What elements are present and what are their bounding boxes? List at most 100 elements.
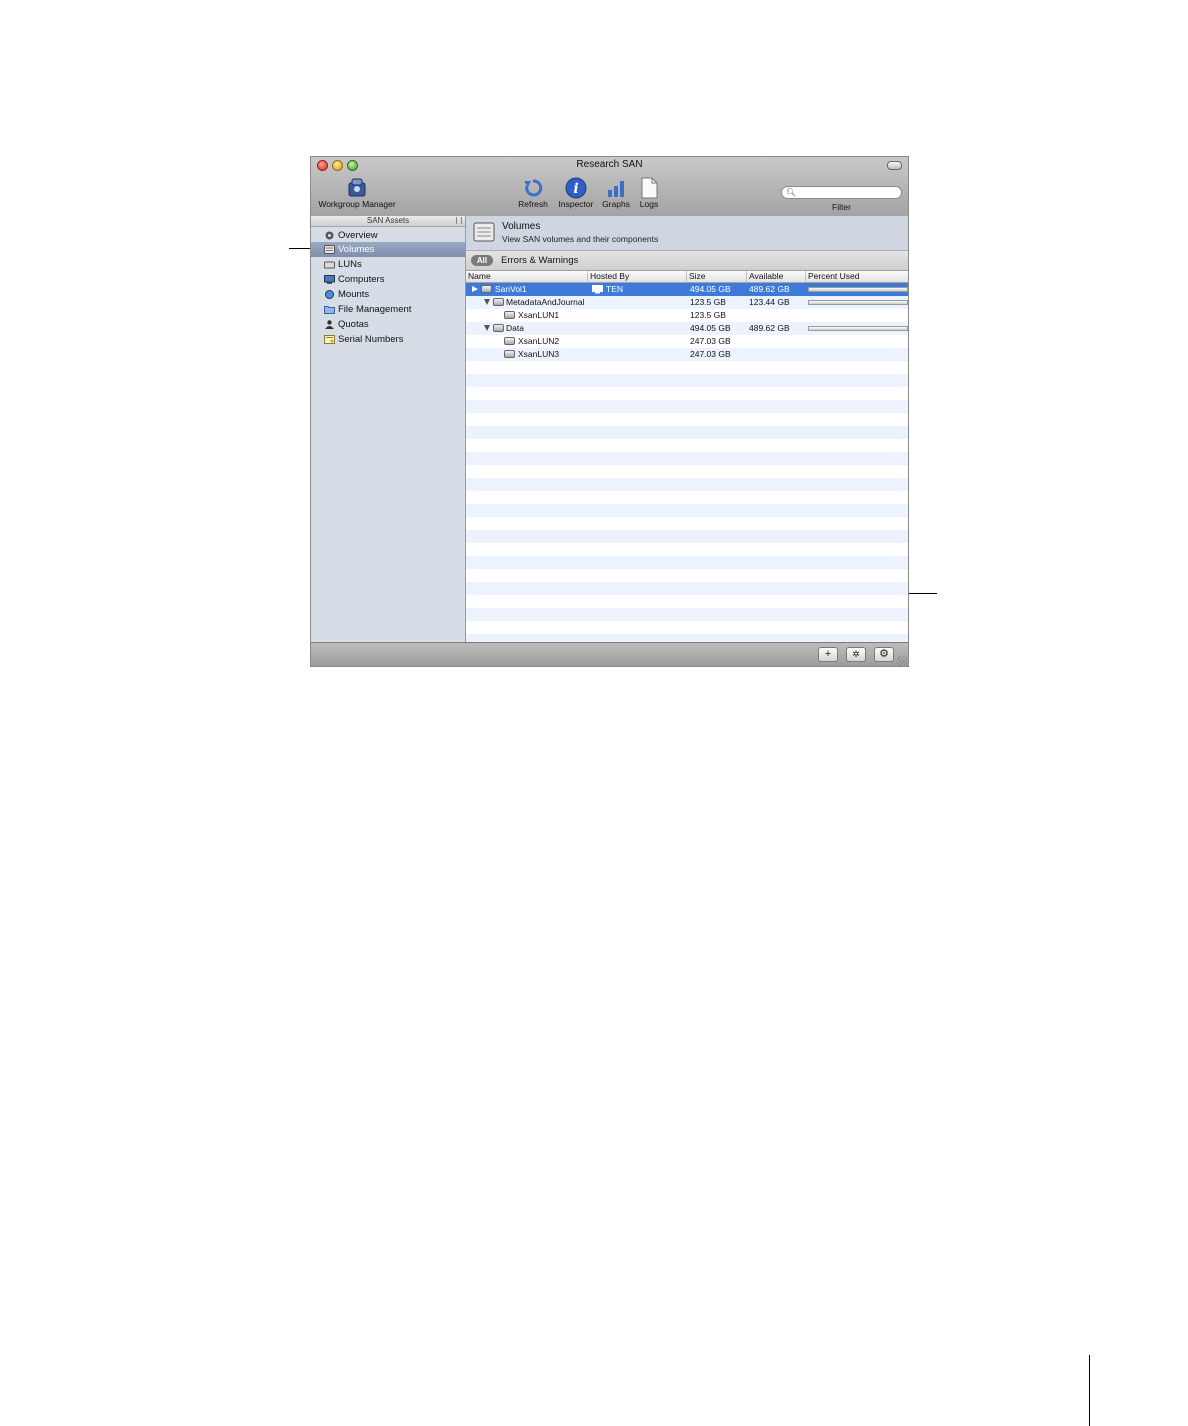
percent-used-bar <box>808 326 908 331</box>
table-stripe <box>466 387 908 400</box>
cell-name: Data <box>506 323 524 333</box>
column-header-percent-used[interactable]: Percent Used <box>806 271 908 282</box>
computer-icon <box>592 285 603 294</box>
table-stripe <box>466 595 908 608</box>
cell-available: 489.62 GB <box>749 284 790 294</box>
table-stripe <box>466 530 908 543</box>
toolbar-toggle-button[interactable] <box>887 161 902 170</box>
sidebar-item-serial-numbers[interactable]: Serial Numbers <box>311 332 465 347</box>
scope-errors-warnings-button[interactable]: Errors & Warnings <box>501 255 578 266</box>
refresh-button[interactable]: Refresh <box>516 177 550 209</box>
cell-name: XsanLUN3 <box>518 349 560 359</box>
table-stripe <box>466 608 908 621</box>
column-header-size[interactable]: Size <box>687 271 747 282</box>
logs-label: Logs <box>639 199 659 209</box>
table-row[interactable]: XsanLUN3 247.03 GB <box>466 348 908 361</box>
svg-text:i: i <box>573 181 578 197</box>
disclosure-triangle-icon[interactable] <box>484 299 490 305</box>
logs-button[interactable]: Logs <box>636 177 662 209</box>
resize-grip[interactable] <box>897 656 907 666</box>
scope-all-button[interactable]: All <box>471 255 493 266</box>
table-stripe <box>466 504 908 517</box>
volume-icon <box>481 285 492 293</box>
column-header-hosted-by[interactable]: Hosted By <box>588 271 687 282</box>
table-row[interactable]: MetadataAndJournal 123.5 GB 123.44 GB <box>466 296 908 309</box>
filter-search-input[interactable]: 🔍︎ <box>781 186 902 199</box>
sidebar-item-label: LUNs <box>338 259 362 270</box>
action-button[interactable]: ✲ <box>846 647 866 662</box>
table-row[interactable]: XsanLUN1 123.5 GB <box>466 309 908 322</box>
table-stripe <box>466 478 908 491</box>
cell-size: 247.03 GB <box>690 349 731 359</box>
mount-icon <box>325 290 334 299</box>
volume-icon <box>473 222 495 242</box>
volumes-table: SanVol1 TEN 494.05 GB 489.62 GB Metadata… <box>466 283 908 642</box>
sidebar-item-overview[interactable]: Overview <box>311 228 465 243</box>
cell-size: 123.5 GB <box>690 297 726 307</box>
table-stripe <box>466 361 908 374</box>
add-button[interactable]: + <box>818 647 838 662</box>
cell-size: 494.05 GB <box>690 284 731 294</box>
sidebar-item-label: Mounts <box>338 289 370 300</box>
filter-label: Filter <box>832 202 851 212</box>
sidebar-item-file-management[interactable]: File Management <box>311 302 465 317</box>
sidebar: SAN Assets Overview Volumes LUNs Compute… <box>311 216 466 642</box>
sidebar-resize-handle[interactable] <box>456 217 462 224</box>
disclosure-triangle-icon[interactable] <box>484 325 490 331</box>
table-stripe <box>466 582 908 595</box>
sidebar-item-computers[interactable]: Computers <box>311 272 465 287</box>
page-subtitle: View SAN volumes and their components <box>502 234 659 244</box>
table-row[interactable]: Data 494.05 GB 489.62 GB <box>466 322 908 335</box>
column-header-name[interactable]: Name <box>466 271 588 282</box>
page-rule <box>1089 1355 1090 1426</box>
table-stripe <box>466 374 908 387</box>
inspector-button[interactable]: i Inspector <box>556 177 596 209</box>
table-stripe <box>466 400 908 413</box>
workgroup-manager-icon <box>348 178 366 197</box>
table-stripe <box>466 543 908 556</box>
refresh-icon <box>524 179 543 197</box>
table-row[interactable]: XsanLUN2 247.03 GB <box>466 335 908 348</box>
scope-bar: All Errors & Warnings <box>466 251 908 271</box>
toolbar: Research SAN Workgroup Manager Refresh i… <box>311 157 908 217</box>
search-icon: 🔍︎ <box>786 188 797 197</box>
column-header-available[interactable]: Available <box>747 271 806 282</box>
table-header: Name Hosted By Size Available Percent Us… <box>466 271 908 283</box>
workgroup-manager-button[interactable]: Workgroup Manager <box>317 177 397 209</box>
cell-size: 247.03 GB <box>690 336 731 346</box>
cell-available: 489.62 GB <box>749 323 790 333</box>
cell-name: XsanLUN2 <box>518 336 560 346</box>
disclosure-triangle-icon[interactable] <box>472 286 478 292</box>
workgroup-manager-label: Workgroup Manager <box>318 199 396 209</box>
sidebar-item-quotas[interactable]: Quotas <box>311 317 465 332</box>
graphs-icon <box>608 181 624 197</box>
volume-icon <box>493 298 504 306</box>
table-stripe <box>466 621 908 634</box>
table-stripe <box>466 556 908 569</box>
graphs-label: Graphs <box>602 199 630 209</box>
lun-icon <box>504 337 515 345</box>
cell-hosted-by: TEN <box>606 284 623 294</box>
gear-menu-button[interactable]: ⚙ <box>874 647 894 662</box>
user-icon <box>325 320 334 329</box>
lun-icon <box>504 311 515 319</box>
graphs-button[interactable]: Graphs <box>600 177 632 209</box>
main-header: Volumes View SAN volumes and their compo… <box>466 216 908 251</box>
sidebar-item-mounts[interactable]: Mounts <box>311 287 465 302</box>
table-stripe <box>466 465 908 478</box>
bottom-bar: + ✲ ⚙ <box>311 642 908 666</box>
document-icon <box>641 177 658 199</box>
window-title: Research SAN <box>576 159 643 170</box>
table-stripe <box>466 634 908 642</box>
table-stripe <box>466 491 908 504</box>
table-row[interactable]: SanVol1 TEN 494.05 GB 489.62 GB <box>466 283 908 296</box>
sidebar-item-volumes[interactable]: Volumes <box>311 242 465 257</box>
volume-icon <box>324 245 335 254</box>
refresh-label: Refresh <box>518 199 548 209</box>
cell-size: 494.05 GB <box>690 323 731 333</box>
table-stripe <box>466 413 908 426</box>
table-stripe <box>466 517 908 530</box>
sidebar-item-luns[interactable]: LUNs <box>311 257 465 272</box>
sidebar-item-label: Computers <box>338 274 385 285</box>
sidebar-item-label: File Management <box>338 304 412 315</box>
